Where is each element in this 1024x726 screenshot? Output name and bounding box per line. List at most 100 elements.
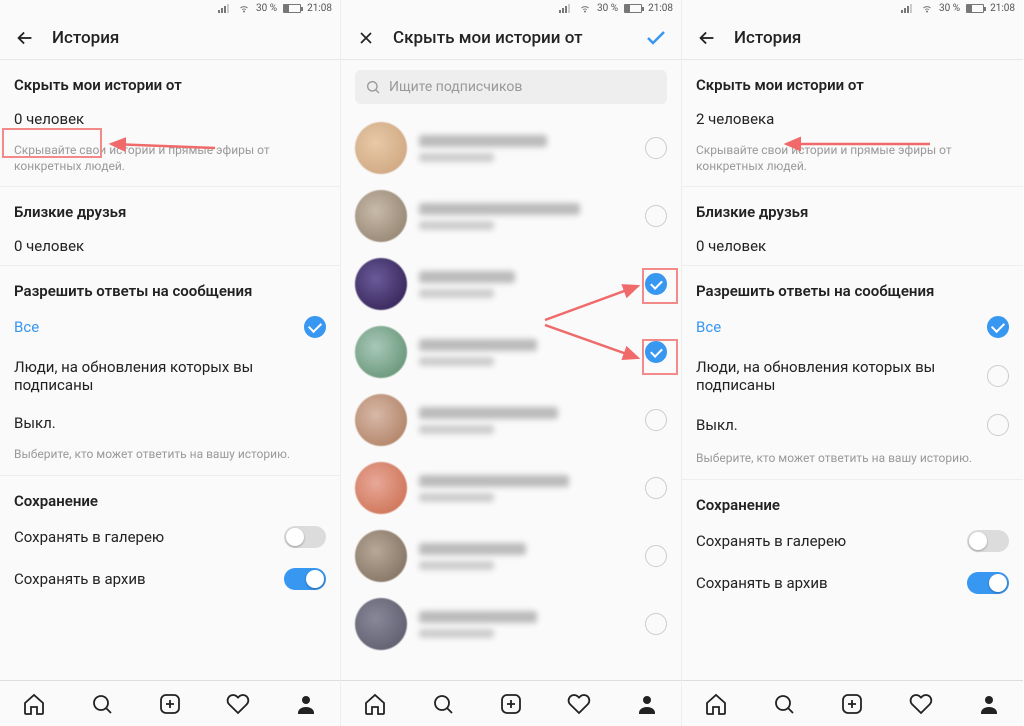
reply-option-off-label: Выкл.: [696, 416, 738, 434]
reply-option-following[interactable]: Люди, на обновления которых вы подписаны: [682, 348, 1023, 404]
nav-home-icon[interactable]: [363, 692, 387, 716]
user-row[interactable]: [341, 454, 681, 522]
toggle-on[interactable]: [284, 568, 326, 590]
user-name-blurred: [419, 271, 633, 298]
reply-section-header: Разрешить ответы на сообщения: [0, 266, 340, 306]
reply-option-off[interactable]: Выкл.: [682, 404, 1023, 446]
user-row[interactable]: [341, 590, 681, 658]
search-input[interactable]: Ищите подписчиков: [355, 70, 667, 104]
close-friends-section-header: Близкие друзья: [682, 187, 1023, 227]
nav-home-icon[interactable]: [22, 692, 46, 716]
user-row[interactable]: [341, 522, 681, 590]
user-row[interactable]: [341, 318, 681, 386]
save-gallery-row[interactable]: Сохранять в галерею: [0, 516, 340, 558]
user-name-blurred: [419, 611, 633, 638]
reply-option-all-label: Все: [14, 318, 39, 336]
nav-home-icon[interactable]: [704, 692, 728, 716]
close-button[interactable]: [353, 25, 379, 51]
checkbox-unchecked[interactable]: [645, 477, 667, 499]
panel-hide-story-picker: 30 % 21:08 Скрыть мои истории от Ищите п…: [341, 0, 682, 726]
radio-unchecked-icon: [987, 365, 1009, 387]
picker-content: Ищите подписчиков: [341, 60, 681, 680]
radio-checked-icon: [987, 316, 1009, 338]
checkbox-unchecked[interactable]: [645, 545, 667, 567]
nav-search-icon[interactable]: [772, 692, 796, 716]
close-friends-section-header: Близкие друзья: [0, 187, 340, 227]
nav-profile-icon[interactable]: [294, 692, 318, 716]
reply-section-header: Разрешить ответы на сообщения: [682, 266, 1023, 306]
settings-content: Скрыть мои истории от 2 человека Скрывай…: [682, 60, 1023, 680]
status-time: 21:08: [648, 3, 673, 14]
nav-activity-icon[interactable]: [567, 692, 591, 716]
nav-search-icon[interactable]: [431, 692, 455, 716]
nav-activity-icon[interactable]: [226, 692, 250, 716]
nav-profile-icon[interactable]: [635, 692, 659, 716]
nav-add-icon[interactable]: [840, 692, 864, 716]
save-archive-label: Сохранять в архив: [696, 574, 828, 592]
wifi-icon: [921, 2, 933, 14]
user-row[interactable]: [341, 386, 681, 454]
checkbox-unchecked[interactable]: [645, 409, 667, 431]
user-list: [341, 114, 681, 658]
confirm-button[interactable]: [643, 25, 669, 51]
avatar: [355, 326, 407, 378]
checkbox-unchecked[interactable]: [645, 205, 667, 227]
save-gallery-row[interactable]: Сохранять в галерею: [682, 520, 1023, 562]
avatar: [355, 122, 407, 174]
avatar: [355, 598, 407, 650]
user-row[interactable]: [341, 182, 681, 250]
nav-profile-icon[interactable]: [977, 692, 1001, 716]
save-archive-row[interactable]: Сохранять в архив: [682, 562, 1023, 604]
user-row[interactable]: [341, 250, 681, 318]
reply-option-all[interactable]: Все: [0, 306, 340, 348]
nav-add-icon[interactable]: [499, 692, 523, 716]
nav-search-icon[interactable]: [90, 692, 114, 716]
battery-percent: 30 %: [597, 3, 618, 14]
user-name-blurred: [419, 339, 633, 366]
checkbox-checked[interactable]: [645, 341, 667, 363]
reply-option-all[interactable]: Все: [682, 306, 1023, 348]
hide-story-desc: Скрывайте свои истории и прямые эфиры от…: [682, 138, 1023, 186]
battery-icon: [966, 4, 984, 13]
hide-story-count-row[interactable]: 0 человек: [0, 100, 340, 138]
checkbox-checked[interactable]: [645, 273, 667, 295]
hide-story-count-row[interactable]: 2 человека: [682, 100, 1023, 138]
reply-option-off[interactable]: Выкл.: [0, 404, 340, 442]
checkbox-unchecked[interactable]: [645, 613, 667, 635]
search-placeholder: Ищите подписчиков: [389, 79, 522, 95]
user-name-blurred: [419, 407, 633, 434]
panel-story-settings-after: 30 % 21:08 История Скрыть мои истории от…: [682, 0, 1023, 726]
hide-story-count: 2 человека: [696, 110, 774, 128]
search-wrap: Ищите подписчиков: [341, 60, 681, 114]
toggle-on[interactable]: [967, 572, 1009, 594]
page-title: История: [734, 28, 1011, 48]
avatar: [355, 530, 407, 582]
hide-story-desc: Скрывайте свои истории и прямые эфиры от…: [0, 138, 340, 186]
save-gallery-label: Сохранять в галерею: [696, 532, 846, 550]
battery-percent: 30 %: [256, 3, 277, 14]
close-friends-count: 0 человек: [696, 237, 766, 255]
toggle-off[interactable]: [967, 530, 1009, 552]
nav-add-icon[interactable]: [158, 692, 182, 716]
bottom-nav: [682, 680, 1023, 726]
save-archive-row[interactable]: Сохранять в архив: [0, 558, 340, 600]
checkbox-unchecked[interactable]: [645, 137, 667, 159]
back-button[interactable]: [12, 25, 38, 51]
close-friends-count-row[interactable]: 0 человек: [682, 227, 1023, 265]
search-icon: [365, 79, 381, 95]
back-button[interactable]: [694, 25, 720, 51]
toggle-off[interactable]: [284, 526, 326, 548]
nav-activity-icon[interactable]: [909, 692, 933, 716]
header: Скрыть мои истории от: [341, 16, 681, 60]
reply-option-following[interactable]: Люди, на обновления которых вы подписаны: [0, 348, 340, 404]
avatar: [355, 258, 407, 310]
radio-unchecked-icon: [987, 414, 1009, 436]
reply-desc: Выберите, кто может ответить на вашу ист…: [682, 446, 1023, 478]
signal-icon: [559, 3, 573, 13]
header: История: [0, 16, 340, 60]
user-name-blurred: [419, 203, 633, 230]
close-friends-count: 0 человек: [14, 237, 84, 255]
user-row[interactable]: [341, 114, 681, 182]
close-friends-count-row[interactable]: 0 человек: [0, 227, 340, 265]
battery-icon: [624, 4, 642, 13]
